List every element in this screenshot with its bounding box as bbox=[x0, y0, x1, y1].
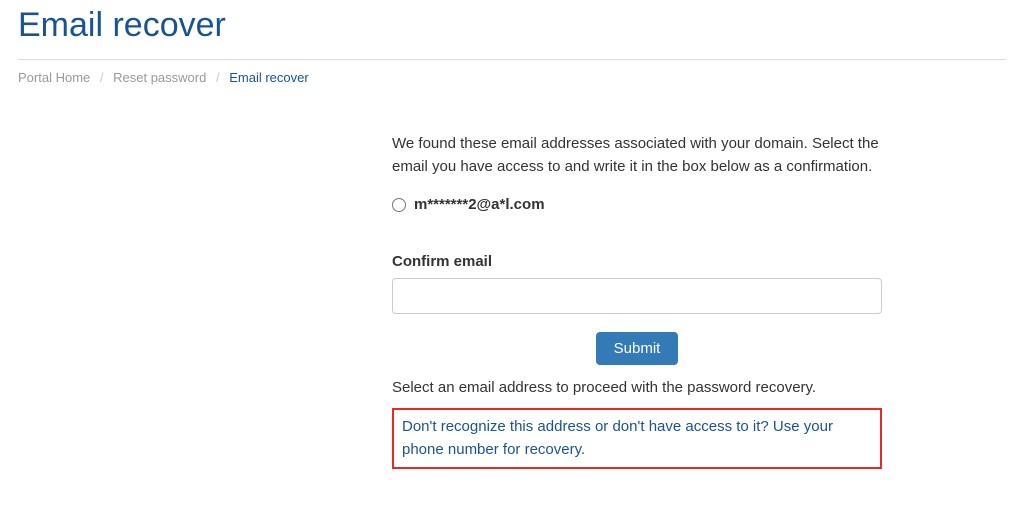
main-content: We found these email addresses associate… bbox=[392, 133, 882, 469]
email-radio[interactable] bbox=[392, 198, 406, 212]
highlight-box: Don't recognize this address or don't ha… bbox=[392, 408, 882, 469]
breadcrumb-home-link[interactable]: Portal Home bbox=[18, 70, 90, 85]
breadcrumb-current: Email recover bbox=[229, 70, 308, 85]
phone-recovery-link[interactable]: Don't recognize this address or don't ha… bbox=[402, 416, 872, 461]
email-option-row: m*******2@a*l.com bbox=[392, 196, 882, 213]
confirm-email-input[interactable] bbox=[392, 278, 882, 314]
help-text: Select an email address to proceed with … bbox=[392, 379, 882, 396]
breadcrumb-separator: / bbox=[216, 70, 220, 85]
submit-button[interactable]: Submit bbox=[596, 332, 679, 365]
confirm-email-label: Confirm email bbox=[392, 253, 882, 270]
breadcrumb-reset-link[interactable]: Reset password bbox=[113, 70, 206, 85]
breadcrumb-separator: / bbox=[100, 70, 104, 85]
breadcrumb: Portal Home / Reset password / Email rec… bbox=[18, 60, 1006, 105]
intro-text: We found these email addresses associate… bbox=[392, 133, 882, 178]
email-option-label[interactable]: m*******2@a*l.com bbox=[414, 196, 545, 213]
button-row: Submit bbox=[392, 332, 882, 365]
page-title: Email recover bbox=[18, 6, 1006, 45]
